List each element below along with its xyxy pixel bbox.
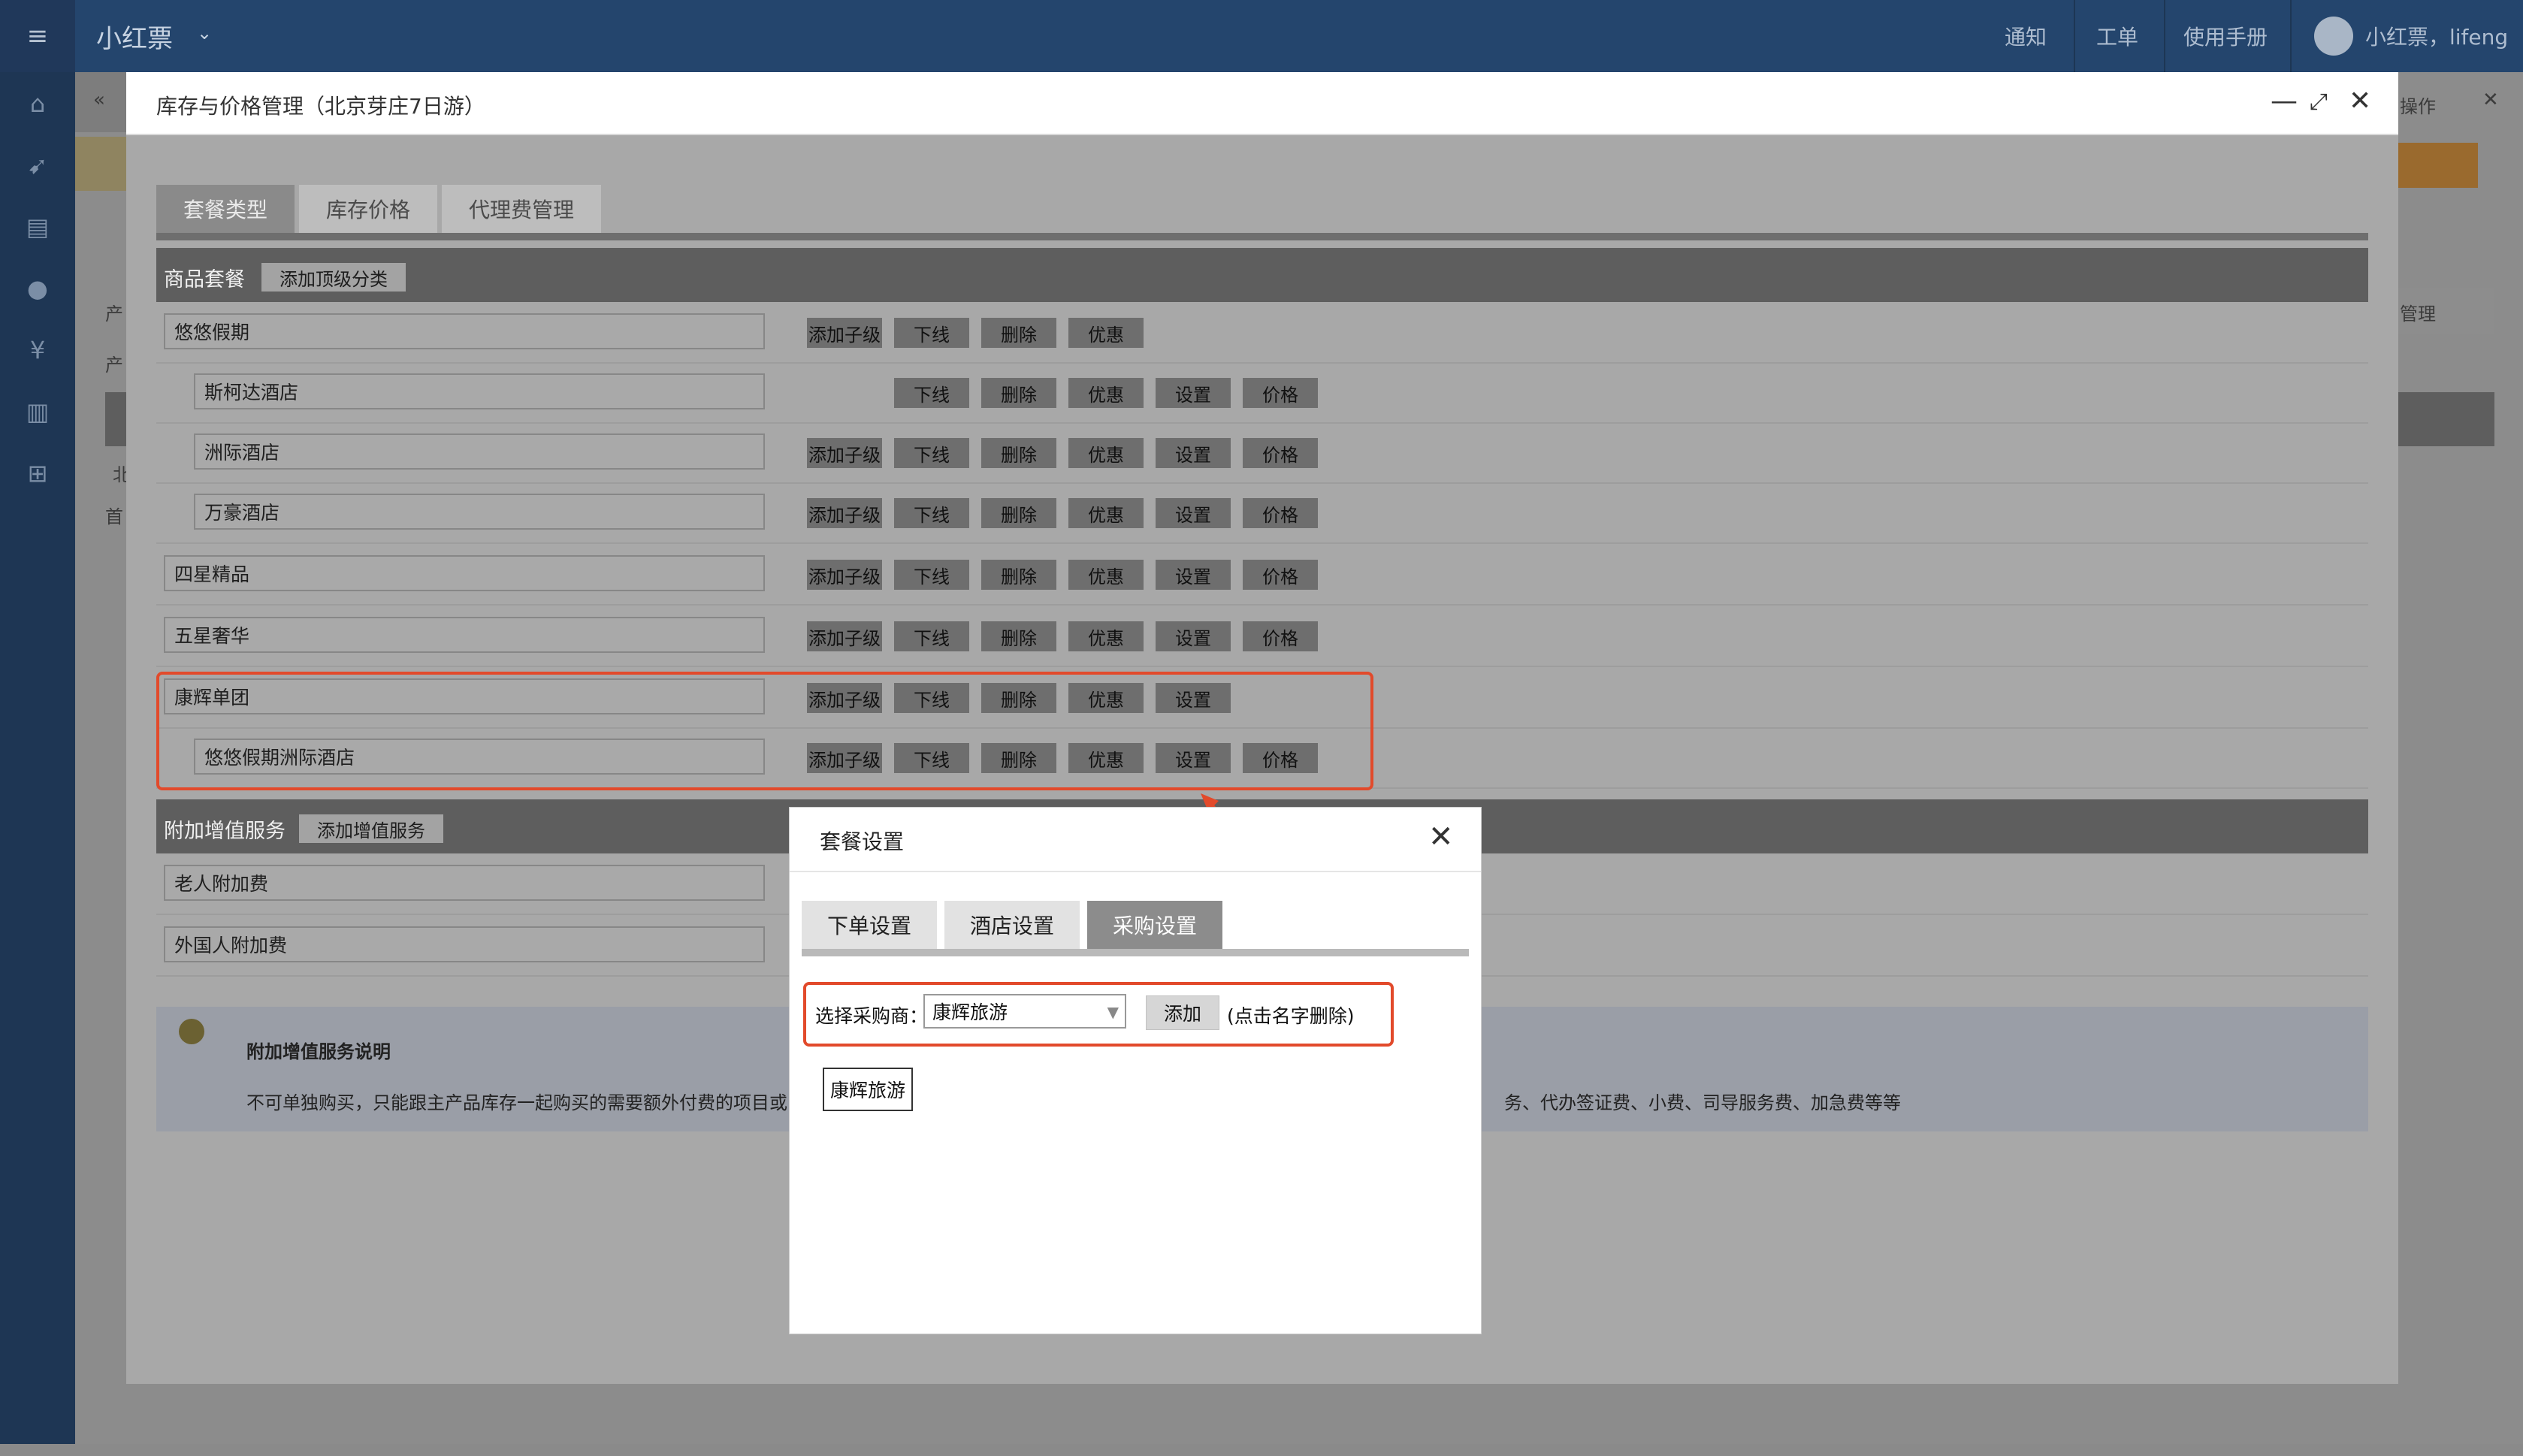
tab-purchase-settings[interactable]: 采购设置: [1087, 901, 1222, 949]
dialog-title: 套餐设置: [820, 829, 905, 854]
highlight-box: [803, 982, 1394, 1047]
tab-order-settings[interactable]: 下单设置: [802, 901, 937, 949]
selected-supplier-tag[interactable]: 康辉旅游: [823, 1068, 913, 1111]
dialog-divider: [790, 871, 1481, 872]
tab-underline: [802, 949, 1469, 956]
close-icon[interactable]: ✕: [1428, 820, 1454, 854]
tab-hotel-settings[interactable]: 酒店设置: [944, 901, 1080, 949]
package-settings-dialog: 套餐设置 ✕ 下单设置 酒店设置 采购设置 选择采购商： 康辉旅游 ▼ 添加 (…: [789, 807, 1482, 1334]
